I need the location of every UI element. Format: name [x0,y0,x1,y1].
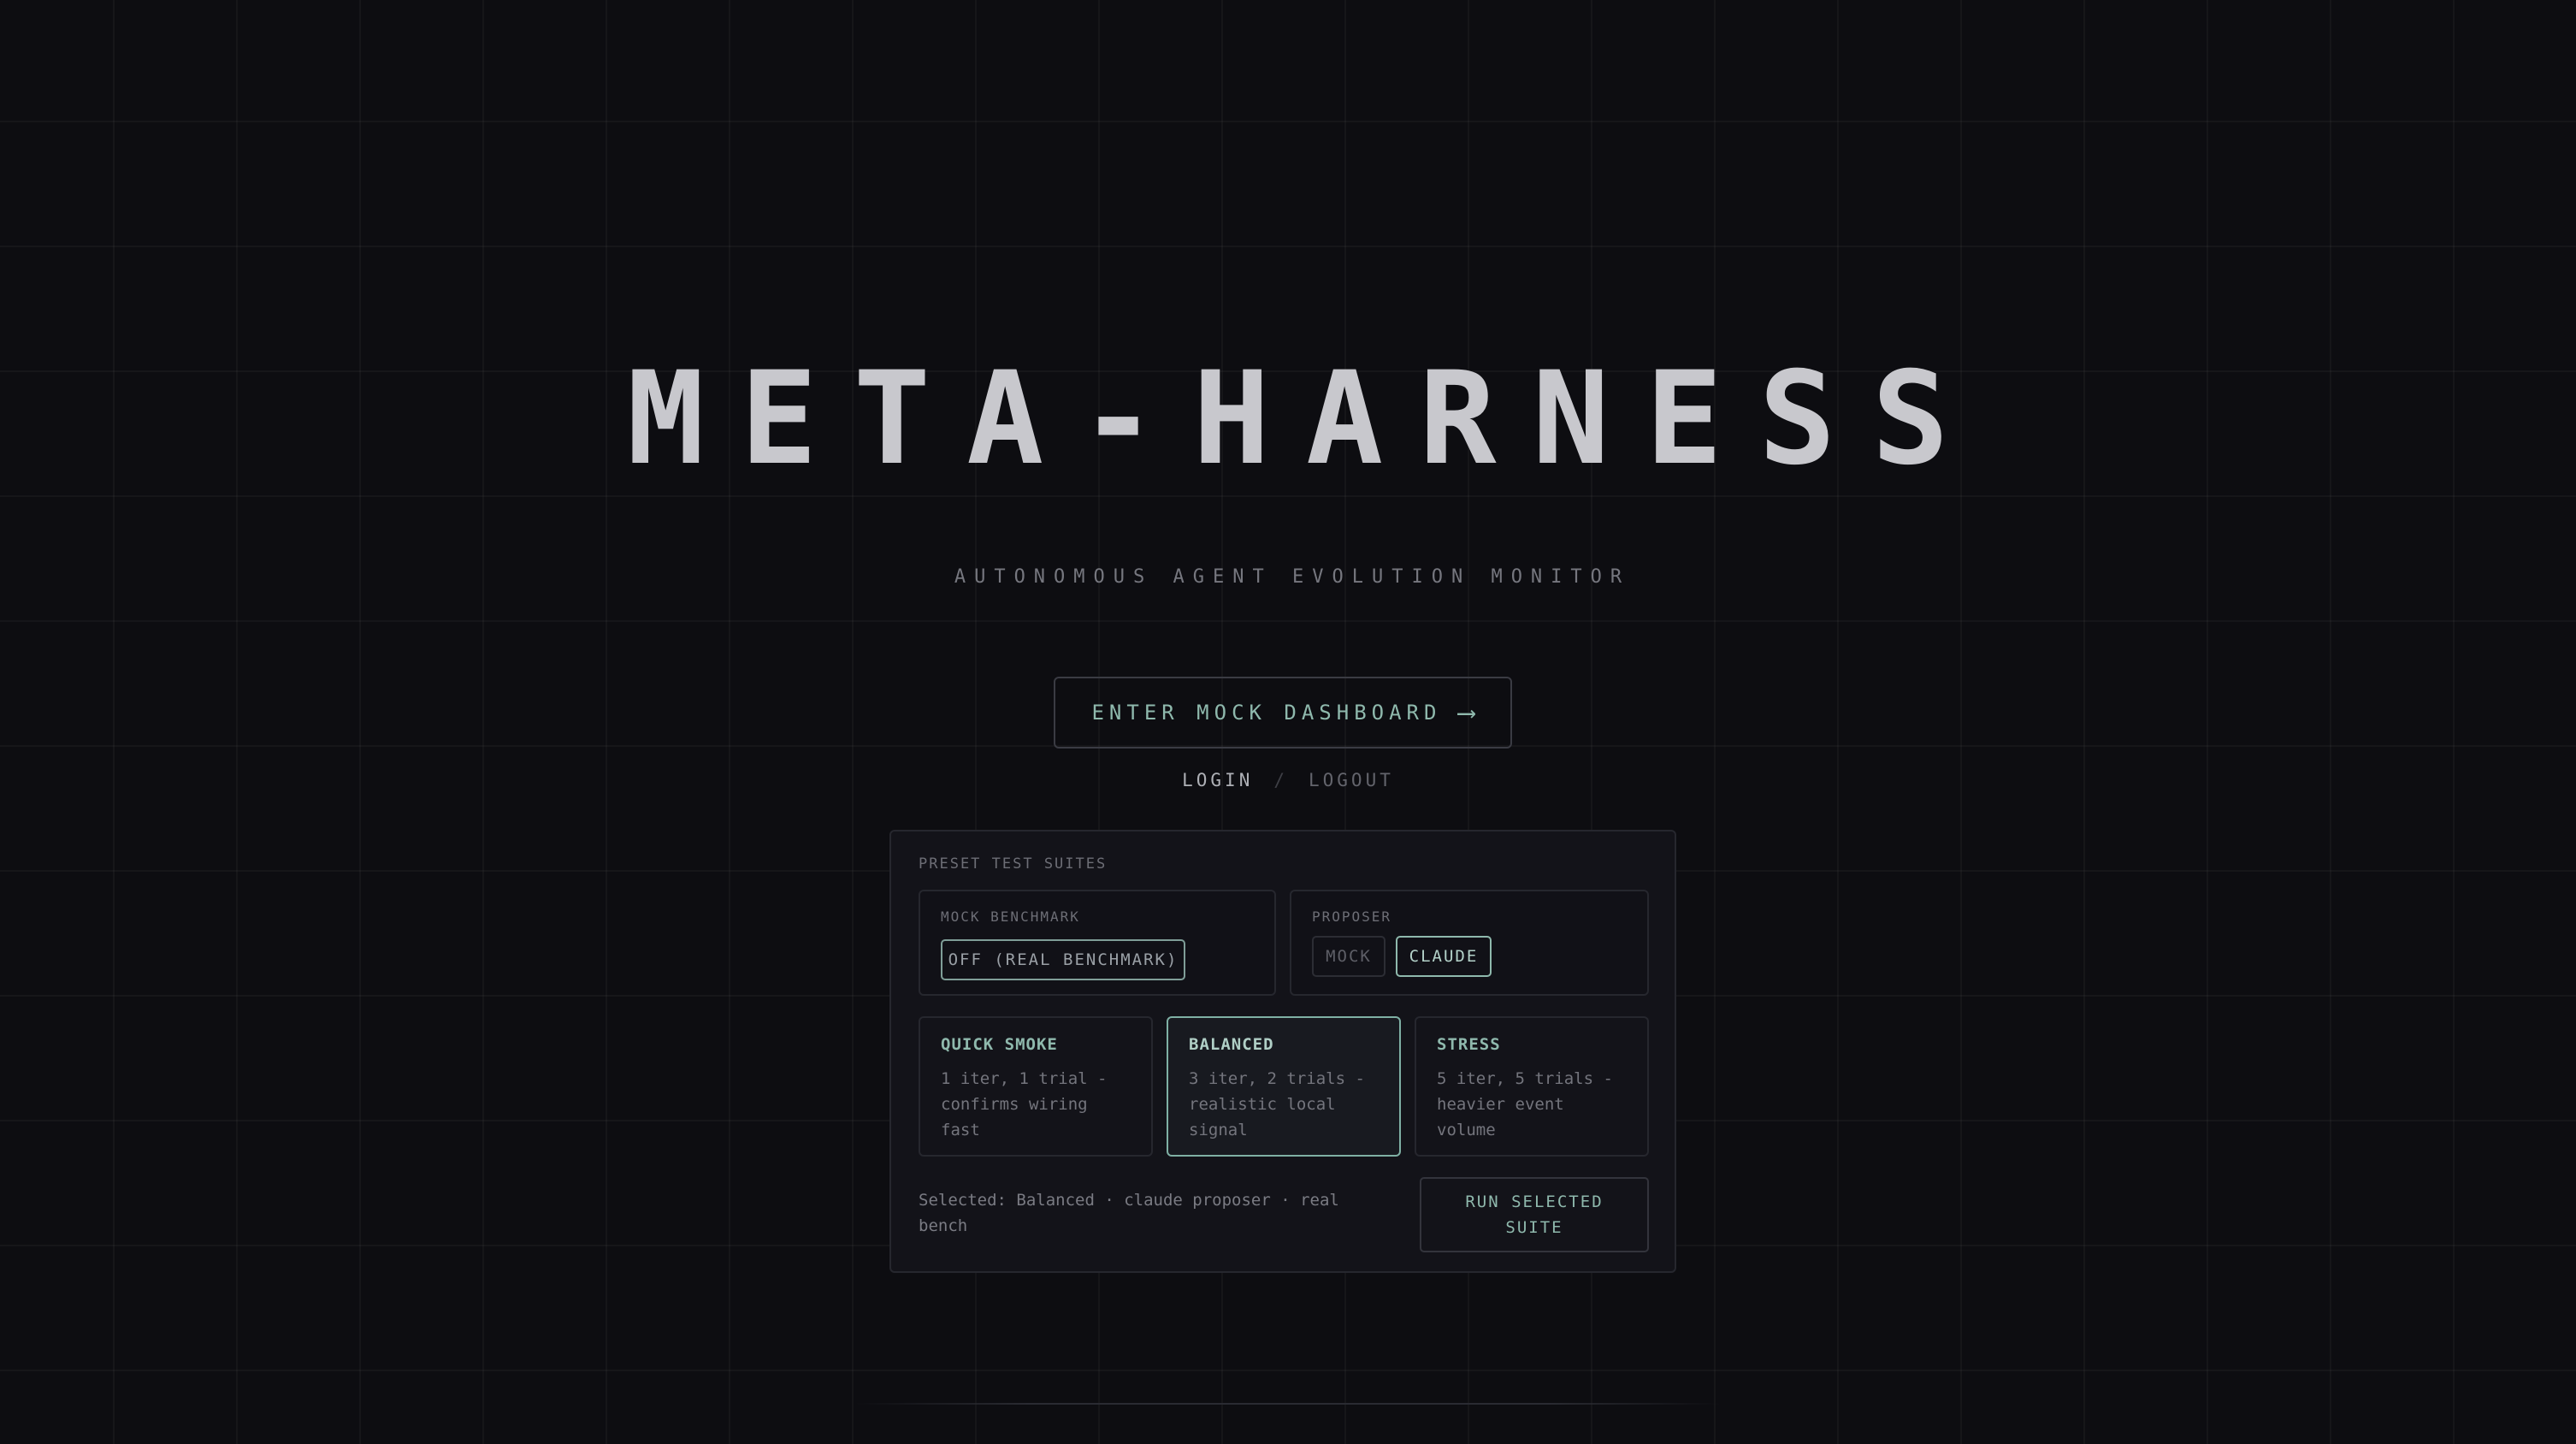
mock-benchmark-label: MOCK BENCHMARK [941,908,1080,925]
auth-links: LOGIN / LOGOUT [0,770,2576,790]
enter-mock-dashboard-button[interactable]: ENTER MOCK DASHBOARD ⟶ [1054,677,1512,749]
page-title: META-HARNESS [627,345,1985,494]
run-selected-suite-button[interactable]: RUN SELECTED SUITE [1420,1177,1649,1252]
selection-summary: Selected: Balanced · claude proposer · r… [919,1191,1339,1235]
logout-link[interactable]: LOGOUT [1309,770,1394,790]
page-subtitle: AUTONOMOUS AGENT EVOLUTION MONITOR [954,566,1631,588]
arrow-right-icon: ⟶ [1458,697,1474,728]
suite-card-quick-smoke[interactable]: QUICK SMOKE 1 iter, 1 trial - confirms w… [919,1016,1153,1157]
panel-title: PRESET TEST SUITES [919,855,1108,873]
enter-mock-dashboard-label: ENTER MOCK DASHBOARD [1091,701,1442,725]
suite-card-stress[interactable]: STRESS 5 iter, 5 trials - heavier event … [1415,1016,1649,1157]
suite-description: 5 iter, 5 trials - heavier event volume [1437,1069,1613,1139]
proposer-section: PROPOSER MOCK CLAUDE [1290,890,1649,996]
login-link[interactable]: LOGIN [1182,770,1253,790]
suite-card-balanced[interactable]: BALANCED 3 iter, 2 trials - realistic lo… [1167,1016,1401,1157]
suite-name: QUICK SMOKE [941,1035,1058,1054]
suite-name: STRESS [1437,1035,1501,1054]
proposer-option-claude[interactable]: CLAUDE [1396,936,1492,977]
preset-test-suites-panel: PRESET TEST SUITES MOCK BENCHMARK OFF (R… [889,830,1676,1273]
suite-description: 1 iter, 1 trial - confirms wiring fast [941,1069,1108,1139]
suite-description: 3 iter, 2 trials - realistic local signa… [1189,1069,1365,1139]
mock-benchmark-section: MOCK BENCHMARK OFF (REAL BENCHMARK) [919,890,1276,996]
proposer-option-mock[interactable]: MOCK [1312,936,1385,977]
bottom-divider [855,1403,1721,1405]
proposer-label: PROPOSER [1312,908,1392,925]
landing-page: META-HARNESS AUTONOMOUS AGENT EVOLUTION … [0,0,2576,1444]
mock-benchmark-toggle[interactable]: OFF (REAL BENCHMARK) [941,939,1185,980]
suite-name: BALANCED [1189,1035,1274,1054]
auth-separator: / [1273,770,1288,790]
